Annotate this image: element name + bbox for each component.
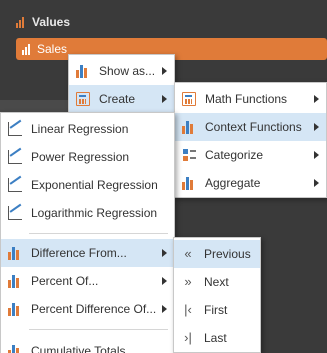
calculator-icon <box>76 92 90 106</box>
chevron-right-icon <box>162 249 167 257</box>
chevron-right-icon <box>314 95 319 103</box>
calculator-icon <box>182 92 196 106</box>
menu-item-create[interactable]: Create <box>69 85 174 113</box>
menu-separator <box>29 329 168 330</box>
first-icon: |‹ <box>184 302 192 317</box>
menu-item-show-as[interactable]: Show as... <box>69 57 174 85</box>
difference-from-submenu: « Previous » Next |‹ First ›| Last <box>173 237 261 353</box>
menu-item-aggregate[interactable]: Aggregate <box>175 169 326 197</box>
menu-item-label: Cumulative Totals <box>31 344 126 353</box>
exponential-regression-icon <box>8 178 22 192</box>
linear-regression-icon <box>8 122 22 136</box>
menu-item-previous[interactable]: « Previous <box>174 240 260 268</box>
logarithmic-regression-icon <box>8 206 22 220</box>
menu-item-math-functions[interactable]: Math Functions <box>175 85 326 113</box>
menu-item-label: Context Functions <box>205 120 302 134</box>
chevron-right-icon <box>314 123 319 131</box>
menu-item-label: Math Functions <box>205 92 288 106</box>
menu-item-label: Percent Difference Of... <box>31 302 157 316</box>
percent-of-icon <box>8 274 22 288</box>
chevron-right-icon <box>162 305 167 313</box>
menu-item-label: Last <box>204 331 227 345</box>
menu-item-categorize[interactable]: Categorize <box>175 141 326 169</box>
chevron-right-icon <box>162 95 167 103</box>
menu-item-label: Exponential Regression <box>31 178 158 192</box>
menu-item-label: Difference From... <box>31 246 127 260</box>
categorize-icon <box>182 148 196 162</box>
values-icon <box>16 16 24 28</box>
power-regression-icon <box>8 150 22 164</box>
values-header: Values <box>16 10 70 34</box>
menu-item-last[interactable]: ›| Last <box>174 324 260 352</box>
menu-item-exponential-regression[interactable]: Exponential Regression <box>1 171 174 199</box>
chevron-right-icon <box>314 179 319 187</box>
double-left-icon: « <box>184 246 192 261</box>
menu-item-label: Power Regression <box>31 150 130 164</box>
menu-item-label: Create <box>99 92 136 106</box>
field-context-menu: Show as... Create <box>68 54 175 114</box>
menu-item-label: Previous <box>204 247 251 261</box>
chevron-right-icon <box>162 277 167 285</box>
difference-icon <box>8 246 22 260</box>
menu-item-context-functions[interactable]: Context Functions <box>175 113 326 141</box>
menu-item-percent-difference-of[interactable]: Percent Difference Of... <box>1 295 174 323</box>
menu-item-logarithmic-regression[interactable]: Logarithmic Regression <box>1 199 174 227</box>
last-icon: ›| <box>184 330 192 345</box>
menu-item-label: Linear Regression <box>31 122 129 136</box>
menu-item-linear-regression[interactable]: Linear Regression <box>1 115 174 143</box>
create-submenu: Math Functions Context Functions Categor… <box>174 82 327 198</box>
menu-item-label: Show as... <box>99 64 156 78</box>
measure-icon <box>22 43 30 55</box>
context-functions-submenu: Linear Regression Power Regression Expon… <box>0 112 175 353</box>
chevron-right-icon <box>162 67 167 75</box>
menu-item-label: First <box>204 303 228 317</box>
menu-item-label: Aggregate <box>205 176 261 190</box>
menu-item-label: Percent Of... <box>31 274 99 288</box>
menu-item-next[interactable]: » Next <box>174 268 260 296</box>
menu-item-first[interactable]: |‹ First <box>174 296 260 324</box>
menu-item-label: Logarithmic Regression <box>31 206 158 220</box>
sales-field-label: Sales <box>37 42 68 56</box>
double-right-icon: » <box>184 274 192 289</box>
context-functions-icon <box>182 120 196 134</box>
show-as-icon <box>76 64 90 78</box>
percent-difference-icon <box>8 302 22 316</box>
menu-item-cumulative-totals[interactable]: Cumulative Totals <box>1 337 174 353</box>
values-title: Values <box>32 15 71 29</box>
chevron-right-icon <box>314 151 319 159</box>
cumulative-totals-icon <box>8 344 22 353</box>
menu-item-difference-from[interactable]: Difference From... <box>1 239 174 267</box>
aggregate-icon <box>182 176 196 190</box>
menu-separator <box>29 233 168 234</box>
menu-item-label: Categorize <box>205 148 264 162</box>
menu-item-percent-of[interactable]: Percent Of... <box>1 267 174 295</box>
menu-item-label: Next <box>204 275 229 289</box>
menu-item-power-regression[interactable]: Power Regression <box>1 143 174 171</box>
